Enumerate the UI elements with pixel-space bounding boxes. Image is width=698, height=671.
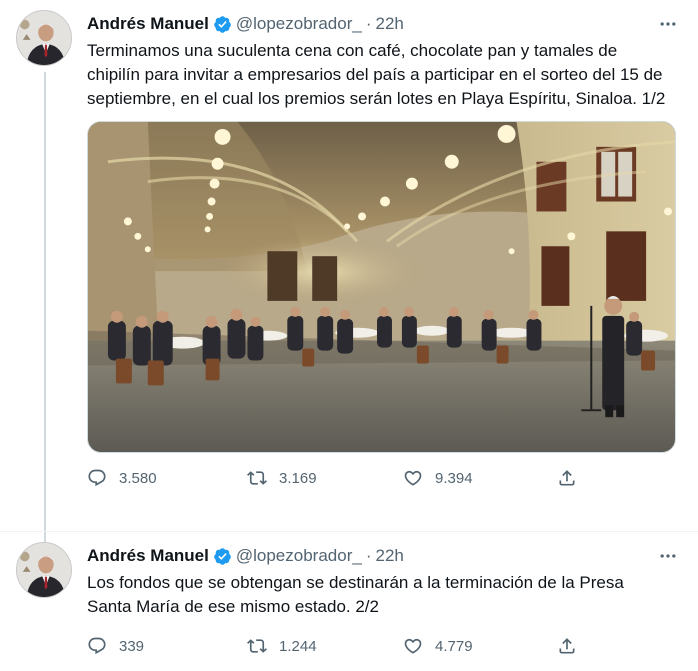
tweet-1[interactable]: Andrés Manuel @lopezobrador_ · 22h Termi… [0,0,698,542]
more-dots-icon [660,22,676,26]
avatar-column [16,10,76,66]
tweet-text: Los fondos que se obtengan se destinarán… [87,573,624,616]
author-handle[interactable]: @lopezobrador_ [236,14,362,34]
dinner-hall-photo [88,122,675,452]
more-options-button[interactable] [656,544,680,568]
avatar-column [16,542,76,598]
retweet-icon [247,636,267,656]
tweet-content: Andrés Manuel @lopezobrador_ · 22h Los f… [87,544,682,661]
retweet-button[interactable]: 1.244 [247,636,403,656]
author-name[interactable]: Andrés Manuel [87,14,209,34]
heart-icon [403,636,423,656]
tweet-header: Andrés Manuel @lopezobrador_ · 22h [87,12,682,36]
more-dots-icon [660,554,676,558]
heart-icon [403,468,423,488]
reply-count: 339 [119,637,145,655]
author-name[interactable]: Andrés Manuel [87,546,209,566]
avatar-image [17,543,71,597]
retweet-icon [247,468,267,488]
share-button[interactable] [557,468,597,488]
tweet-photo[interactable] [87,121,676,453]
tweet-text: Terminamos una suculenta cena con café, … [87,41,666,108]
more-options-button[interactable] [656,12,680,36]
share-button[interactable] [557,636,597,656]
share-icon [557,468,577,488]
like-count: 4.779 [435,637,473,655]
reply-count: 3.580 [119,469,157,487]
tweet-actions: 339 1.244 4.779 [87,631,682,661]
separator-dot: · [365,14,372,33]
verified-badge-icon [213,547,232,566]
tweet-actions: 3.580 3.169 9.394 [87,463,682,493]
reply-button[interactable]: 3.580 [87,468,247,488]
reply-icon [87,468,107,488]
thread-connector-line [44,72,46,542]
timestamp[interactable]: 22h [375,14,403,34]
retweet-count: 1.244 [279,637,317,655]
verified-badge-icon [213,15,232,34]
avatar[interactable] [16,542,72,598]
author-handle[interactable]: @lopezobrador_ [236,546,362,566]
avatar[interactable] [16,10,72,66]
retweet-button[interactable]: 3.169 [247,468,403,488]
like-button[interactable]: 9.394 [403,468,557,488]
separator-dot: · [365,546,372,565]
tweet-2[interactable]: Andrés Manuel @lopezobrador_ · 22h Los f… [0,531,698,671]
avatar-image [17,11,71,65]
like-button[interactable]: 4.779 [403,636,557,656]
tweet-content: Andrés Manuel @lopezobrador_ · 22h Termi… [87,12,682,493]
retweet-count: 3.169 [279,469,317,487]
like-count: 9.394 [435,469,473,487]
timestamp[interactable]: 22h [375,546,403,566]
tweet-header: Andrés Manuel @lopezobrador_ · 22h [87,544,682,568]
share-icon [557,636,577,656]
reply-button[interactable]: 339 [87,636,247,656]
reply-icon [87,636,107,656]
